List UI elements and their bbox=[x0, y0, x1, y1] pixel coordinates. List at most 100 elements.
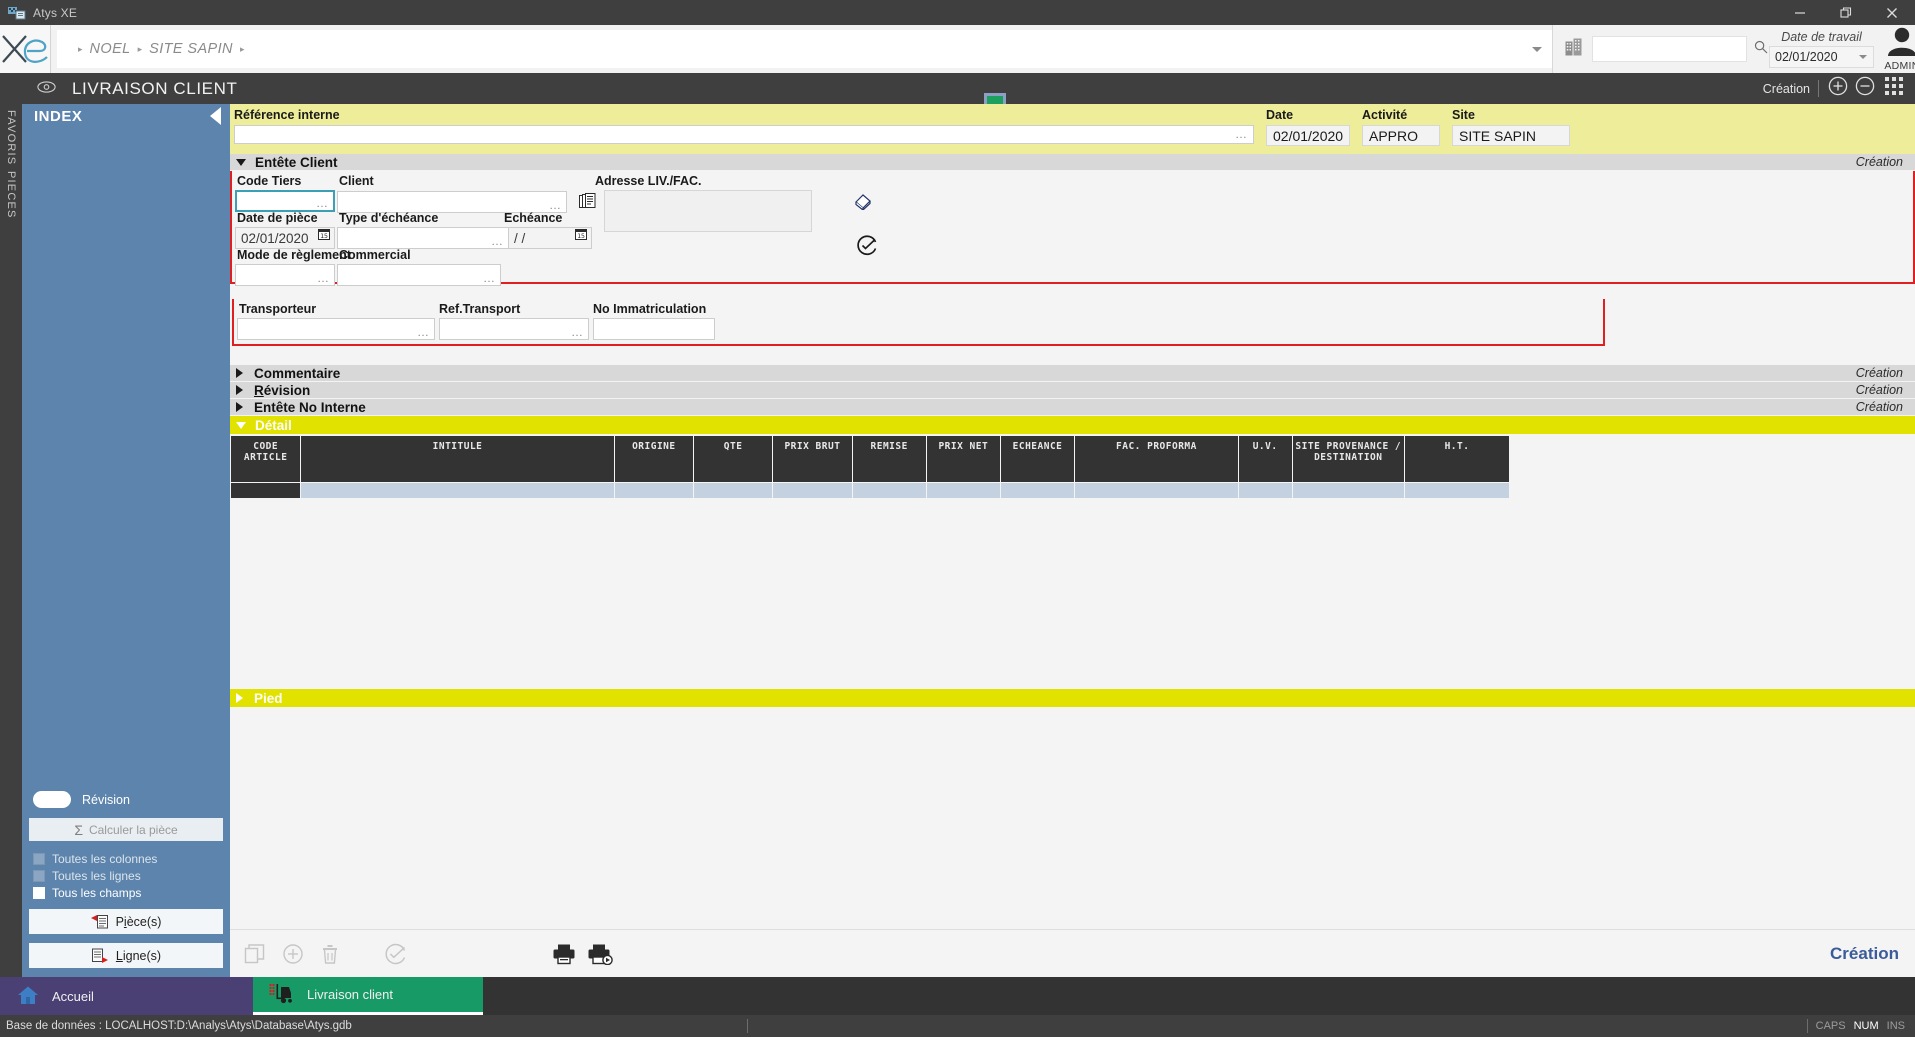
taskbar-item-livraison-client[interactable]: Livraison client bbox=[253, 977, 483, 1015]
vtab-pieces[interactable]: PIECES bbox=[5, 171, 17, 219]
date-piece-input[interactable]: 02/01/2020 15 bbox=[235, 227, 335, 249]
checkbox-icon[interactable] bbox=[33, 853, 45, 865]
lookup-dots-icon[interactable]: … bbox=[549, 201, 562, 210]
cell-site-provenance[interactable] bbox=[1292, 483, 1405, 499]
add-line-icon[interactable] bbox=[282, 943, 304, 965]
taskbar-item-accueil[interactable]: Accueil bbox=[0, 977, 253, 1015]
lookup-dots-icon[interactable]: … bbox=[1235, 130, 1248, 139]
cell-prix-brut[interactable] bbox=[773, 483, 852, 499]
chevron-down-icon[interactable] bbox=[1859, 55, 1867, 59]
section-header-commentaire[interactable]: Commentaire Création bbox=[230, 365, 1915, 382]
reference-interne-input[interactable]: … bbox=[234, 125, 1254, 144]
cell-ht[interactable] bbox=[1405, 483, 1510, 499]
remove-button[interactable] bbox=[1855, 76, 1875, 101]
search-input[interactable] bbox=[1599, 42, 1754, 56]
lignes-button[interactable]: Ligne(s) bbox=[29, 943, 223, 968]
col-site-provenance[interactable]: SITE PROVENANCE / DESTINATION bbox=[1292, 436, 1405, 483]
lookup-dots-icon[interactable]: … bbox=[571, 328, 584, 337]
revision-toggle-row[interactable]: Révision bbox=[29, 791, 223, 808]
col-echeance[interactable]: ECHEANCE bbox=[1000, 436, 1074, 483]
checkbox-toutes-les-colonnes[interactable]: Toutes les colonnes bbox=[33, 852, 223, 866]
cell-fac-proforma[interactable] bbox=[1075, 483, 1239, 499]
cell-qte[interactable] bbox=[693, 483, 772, 499]
ref-transport-input[interactable]: … bbox=[439, 318, 589, 340]
maximize-restore-button[interactable] bbox=[1823, 0, 1869, 25]
mode-reglement-input[interactable]: … bbox=[235, 264, 335, 286]
transporteur-input[interactable]: … bbox=[237, 318, 435, 340]
cell-code-article[interactable] bbox=[231, 483, 301, 499]
lookup-dots-icon[interactable]: … bbox=[417, 328, 430, 337]
col-origine[interactable]: ORIGINE bbox=[614, 436, 693, 483]
client-input[interactable]: … bbox=[337, 191, 567, 213]
col-code-article[interactable]: CODE ARTICLE bbox=[231, 436, 301, 483]
lookup-dots-icon[interactable]: … bbox=[317, 274, 330, 283]
col-uv[interactable]: U.V. bbox=[1238, 436, 1292, 483]
cell-origine[interactable] bbox=[614, 483, 693, 499]
breadcrumb-item-1[interactable]: SITE SAPIN bbox=[149, 41, 233, 57]
print-preview-icon[interactable] bbox=[588, 943, 614, 965]
building-icon[interactable] bbox=[1565, 38, 1582, 61]
table-row[interactable] bbox=[231, 483, 1510, 499]
checkbox-icon[interactable] bbox=[33, 887, 45, 899]
chevron-right-icon[interactable] bbox=[236, 402, 243, 412]
lookup-dots-icon[interactable]: … bbox=[491, 237, 504, 246]
no-immatriculation-input[interactable] bbox=[593, 318, 715, 340]
chevron-right-icon[interactable] bbox=[236, 693, 243, 703]
col-ht[interactable]: H.T. bbox=[1405, 436, 1510, 483]
section-header-entete-no-interne[interactable]: Entête No Interne Création bbox=[230, 399, 1915, 416]
echeance-input[interactable]: / / 15 bbox=[508, 227, 592, 249]
date-de-travail-field[interactable]: 02/01/2020 bbox=[1769, 46, 1874, 68]
close-button[interactable] bbox=[1869, 0, 1915, 25]
search-icon[interactable] bbox=[1754, 40, 1768, 59]
date-value[interactable]: 02/01/2020 bbox=[1266, 125, 1350, 146]
cell-intitule[interactable] bbox=[301, 483, 614, 499]
checkbox-icon[interactable] bbox=[33, 870, 45, 882]
col-remise[interactable]: REMISE bbox=[852, 436, 926, 483]
chevron-down-icon[interactable] bbox=[1532, 47, 1542, 52]
vtab-favoris[interactable]: FAVORIS bbox=[5, 110, 17, 165]
adresse-liv-fac-textarea[interactable] bbox=[604, 190, 812, 232]
section-header-pied[interactable]: Pied bbox=[230, 689, 1915, 708]
apps-grid-icon[interactable] bbox=[1885, 77, 1903, 100]
revision-toggle[interactable] bbox=[33, 791, 71, 808]
cell-prix-net[interactable] bbox=[926, 483, 1000, 499]
minimize-button[interactable] bbox=[1777, 0, 1823, 25]
chevron-down-icon[interactable] bbox=[236, 422, 246, 429]
calendar-icon[interactable]: 15 bbox=[575, 227, 587, 245]
print-icon[interactable] bbox=[552, 943, 576, 965]
calculer-la-piece-button[interactable]: Σ Calculer la pièce bbox=[29, 818, 223, 841]
section-header-entete-client[interactable]: Entête Client Création bbox=[230, 154, 1915, 171]
cell-remise[interactable] bbox=[852, 483, 926, 499]
validate-check-icon[interactable] bbox=[384, 943, 406, 965]
section-header-detail[interactable]: Détail bbox=[230, 416, 1915, 435]
chevron-right-icon[interactable] bbox=[236, 368, 243, 378]
cell-uv[interactable] bbox=[1238, 483, 1292, 499]
chevron-down-icon[interactable] bbox=[236, 159, 246, 166]
edit-address-icon[interactable] bbox=[853, 193, 873, 215]
search-box[interactable] bbox=[1592, 36, 1747, 62]
lookup-dots-icon[interactable]: … bbox=[316, 199, 329, 208]
code-tiers-input[interactable]: … bbox=[235, 190, 335, 212]
user-account[interactable]: ADMIN bbox=[1884, 26, 1915, 72]
col-qte[interactable]: QTE bbox=[693, 436, 772, 483]
breadcrumb-item-0[interactable]: NOEL bbox=[90, 41, 131, 57]
validate-check-icon[interactable] bbox=[856, 235, 877, 261]
eye-icon[interactable] bbox=[37, 80, 56, 98]
col-intitule[interactable]: INTITULE bbox=[301, 436, 614, 483]
pieces-button[interactable]: Pièce(s) bbox=[29, 909, 223, 934]
calendar-icon[interactable]: 15 bbox=[318, 227, 330, 245]
col-fac-proforma[interactable]: FAC. PROFORMA bbox=[1075, 436, 1239, 483]
chevron-right-icon[interactable] bbox=[236, 385, 243, 395]
col-prix-net[interactable]: PRIX NET bbox=[926, 436, 1000, 483]
col-prix-brut[interactable]: PRIX BRUT bbox=[773, 436, 852, 483]
checkbox-toutes-les-lignes[interactable]: Toutes les lignes bbox=[33, 869, 223, 883]
lookup-dots-icon[interactable]: … bbox=[483, 274, 496, 283]
site-value[interactable]: SITE SAPIN bbox=[1452, 125, 1570, 146]
checkbox-tous-les-champs[interactable]: Tous les champs bbox=[33, 886, 223, 900]
copy-documents-icon[interactable] bbox=[579, 193, 596, 215]
breadcrumb[interactable]: ▸ NOEL ▸ SITE SAPIN ▸ bbox=[57, 30, 1552, 68]
duplicate-icon[interactable] bbox=[244, 943, 266, 965]
add-button[interactable] bbox=[1828, 76, 1848, 101]
activite-value[interactable]: APPRO bbox=[1362, 125, 1440, 146]
cell-echeance[interactable] bbox=[1000, 483, 1074, 499]
